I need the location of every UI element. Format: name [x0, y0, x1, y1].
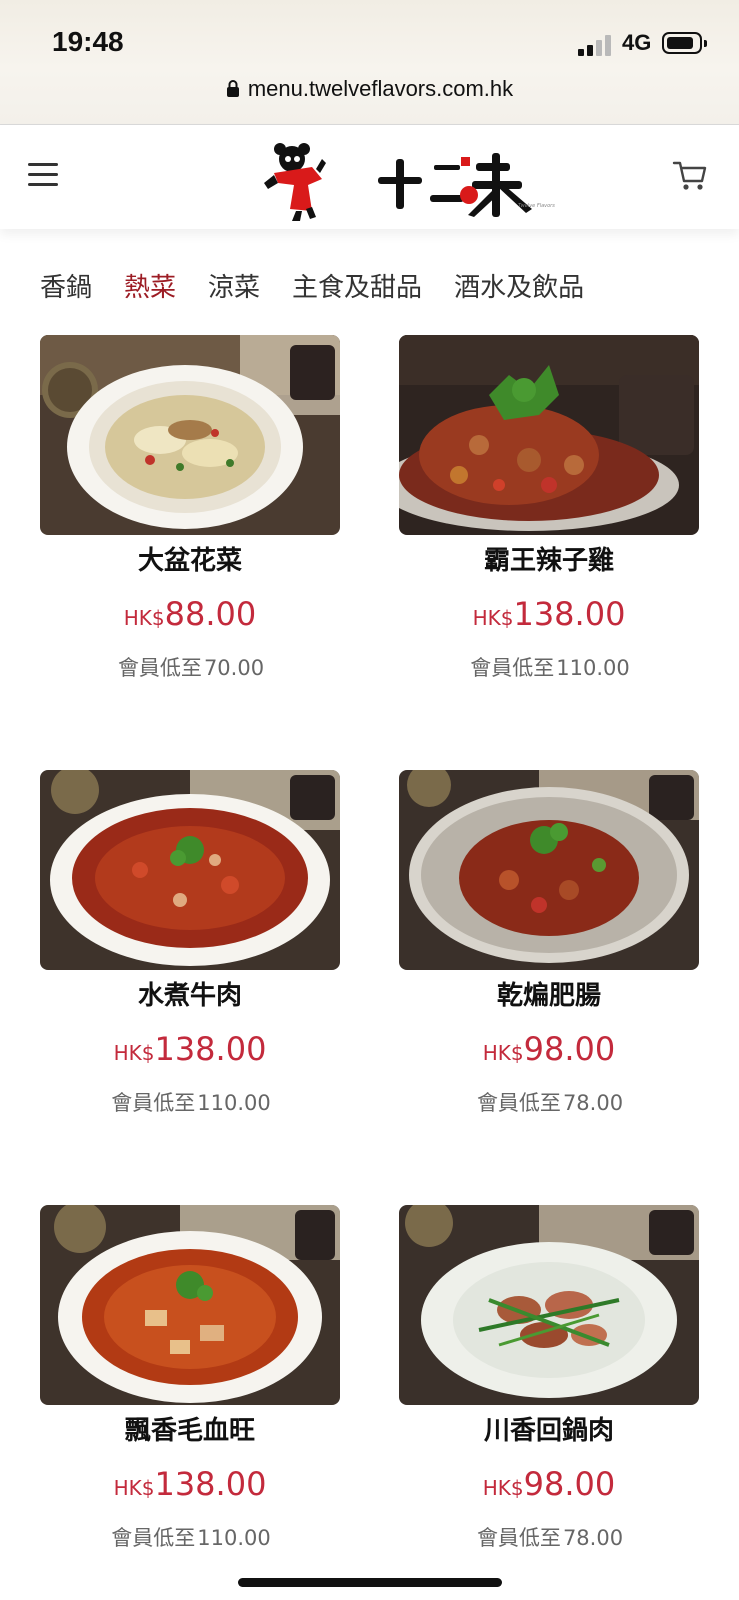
member-price-amount: 110.00 [556, 656, 630, 680]
dish-price: HK$138.00 [40, 1028, 340, 1070]
price-amount: 138.00 [154, 1030, 267, 1068]
price-amount: 98.00 [523, 1030, 616, 1068]
panda-mascot-icon [264, 143, 326, 221]
member-price-label: 會員低至 [117, 656, 202, 680]
tab-drinks[interactable]: 酒水及飲品 [454, 268, 584, 308]
app-header: Twelve Flavors [0, 125, 739, 229]
menu-item-card[interactable]: 乾煸肥腸 HK$98.00 會員低至78.00 [399, 770, 699, 1118]
url-text: menu.twelveflavors.com.hk [247, 76, 514, 101]
dish-name: 霸王辣子雞 [483, 546, 614, 576]
member-price-label: 會員低至 [476, 1091, 561, 1115]
dish-photo[interactable] [40, 770, 340, 970]
menu-item-card[interactable]: 水煮牛肉 HK$138.00 會員低至110.00 [40, 770, 340, 1118]
dish-price: HK$88.00 [40, 593, 340, 635]
currency-label: HK$ [113, 1041, 155, 1065]
dish-photo[interactable] [399, 770, 699, 970]
menu-item-card[interactable]: 飄香毛血旺 HK$138.00 會員低至110.00 [40, 1205, 340, 1553]
member-price: 會員低至110.00 [40, 1088, 340, 1118]
member-price-label: 會員低至 [111, 1091, 196, 1115]
member-price: 會員低至78.00 [399, 1523, 699, 1553]
dish-price: HK$138.00 [40, 1463, 340, 1505]
currency-label: HK$ [482, 1476, 524, 1500]
currency-label: HK$ [482, 1041, 524, 1065]
lock-icon [226, 78, 240, 104]
menu-item-card[interactable]: 川香回鍋肉 HK$98.00 會員低至78.00 [399, 1205, 699, 1553]
member-price: 會員低至70.00 [40, 653, 340, 683]
tab-hotpot[interactable]: 香鍋 [40, 268, 92, 308]
network-type: 4G [622, 30, 652, 55]
tab-cold-dishes[interactable]: 涼菜 [208, 268, 260, 308]
member-price-amount: 78.00 [562, 1091, 624, 1115]
dish-price: HK$138.00 [399, 593, 699, 635]
price-amount: 138.00 [154, 1465, 267, 1503]
member-price-amount: 78.00 [562, 1526, 624, 1550]
currency-label: HK$ [472, 606, 514, 630]
dish-name: 飄香毛血旺 [124, 1416, 255, 1446]
svg-text:Twelve Flavors: Twelve Flavors [518, 203, 555, 209]
currency-label: HK$ [123, 606, 165, 630]
menu-item-card[interactable]: 大盆花菜 HK$88.00 會員低至70.00 [40, 335, 340, 683]
currency-label: HK$ [113, 1476, 155, 1500]
dish-photo[interactable] [399, 335, 699, 535]
member-price-label: 會員低至 [476, 1526, 561, 1550]
dish-name: 大盆花菜 [137, 546, 242, 576]
browser-top-bar: 19:48 4G menu.twelveflavors.com.hk [0, 0, 739, 125]
dish-photo[interactable] [40, 1205, 340, 1405]
price-amount: 88.00 [164, 595, 257, 633]
category-tabs: 香鍋 熱菜 涼菜 主食及甜品 酒水及飲品 [40, 268, 616, 308]
member-price: 會員低至110.00 [399, 653, 699, 683]
member-price-amount: 70.00 [203, 656, 265, 680]
member-price-amount: 110.00 [197, 1091, 271, 1115]
dish-price: HK$98.00 [399, 1463, 699, 1505]
menu-item-card[interactable]: 霸王辣子雞 HK$138.00 會員低至110.00 [399, 335, 699, 683]
signal-strength-icon [578, 34, 614, 56]
dish-photo[interactable] [40, 335, 340, 535]
cart-button[interactable] [672, 157, 712, 197]
battery-icon [662, 32, 707, 54]
brand-logo[interactable]: Twelve Flavors [256, 135, 576, 225]
member-price: 會員低至110.00 [40, 1523, 340, 1553]
dish-name: 川香回鍋肉 [483, 1416, 614, 1446]
tab-staples-desserts[interactable]: 主食及甜品 [292, 268, 422, 308]
address-bar[interactable]: menu.twelveflavors.com.hk [0, 76, 739, 104]
dish-name: 水煮牛肉 [137, 981, 242, 1011]
cart-icon [672, 161, 707, 190]
member-price-label: 會員低至 [470, 656, 555, 680]
member-price: 會員低至78.00 [399, 1088, 699, 1118]
dish-photo[interactable] [399, 1205, 699, 1405]
price-amount: 138.00 [513, 595, 626, 633]
price-amount: 98.00 [523, 1465, 616, 1503]
status-time: 19:48 [52, 26, 124, 57]
home-indicator[interactable] [238, 1578, 502, 1587]
member-price-label: 會員低至 [111, 1526, 196, 1550]
hamburger-menu-button[interactable] [28, 161, 60, 189]
tab-hot-dishes[interactable]: 熱菜 [124, 268, 176, 308]
dish-price: HK$98.00 [399, 1028, 699, 1070]
member-price-amount: 110.00 [197, 1526, 271, 1550]
dish-name: 乾煸肥腸 [496, 981, 601, 1011]
